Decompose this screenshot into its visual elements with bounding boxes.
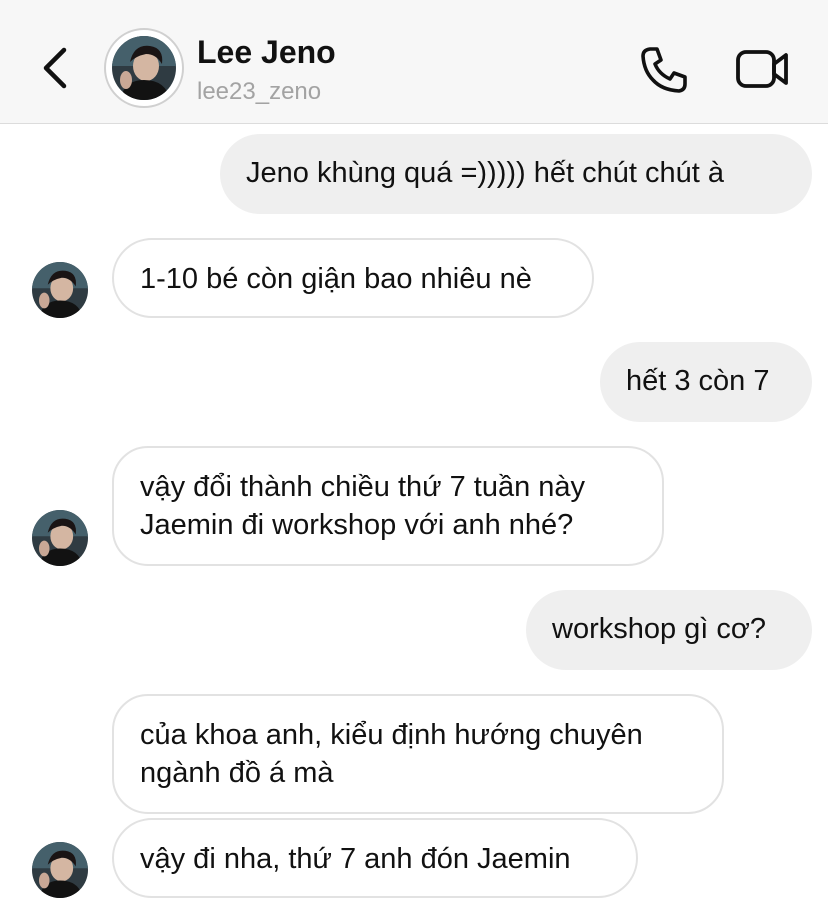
sender-avatar[interactable] <box>32 510 88 566</box>
message-bubble-incoming[interactable]: vậy đổi thành chiều thứ 7 tuần này Jaemi… <box>112 446 664 566</box>
message-text: workshop gì cơ? <box>552 613 767 645</box>
contact-handle: lee23_zeno <box>197 78 322 105</box>
message-bubble-outgoing[interactable]: Jeno khùng quá =))))) hết chút chút à <box>220 134 812 214</box>
message-text: Jeno khùng quá =))))) hết chút chút à <box>246 157 724 189</box>
chevron-left-icon <box>43 47 67 89</box>
message-bubble-incoming[interactable]: vậy đi nha, thứ 7 anh đón Jaemin <box>112 818 638 898</box>
message-text-line: vậy đổi thành chiều thứ 7 tuần này <box>140 471 586 503</box>
message-text: vậy đi nha, thứ 7 anh đón Jaemin <box>140 843 571 875</box>
video-call-button[interactable] <box>734 44 792 94</box>
contact-avatar[interactable] <box>104 28 184 108</box>
message-text: 1-10 bé còn giận bao nhiêu nè <box>140 263 532 295</box>
message-text-line: ngành đồ á mà <box>140 757 334 789</box>
back-button[interactable] <box>34 44 78 92</box>
phone-icon <box>641 47 687 93</box>
message-bubble-incoming[interactable]: 1-10 bé còn giận bao nhiêu nè <box>112 238 594 318</box>
call-button[interactable] <box>638 44 690 96</box>
avatar-image <box>112 36 176 100</box>
message-text: hết 3 còn 7 <box>626 365 770 397</box>
contact-name[interactable]: Lee Jeno <box>197 34 336 71</box>
message-bubble-outgoing[interactable]: hết 3 còn 7 <box>600 342 812 422</box>
chat-header: Lee Jeno lee23_zeno <box>0 0 828 124</box>
message-text-line: của khoa anh, kiểu định hướng chuyên <box>140 719 643 751</box>
message-bubble-incoming[interactable]: của khoa anh, kiểu định hướng chuyên ngà… <box>112 694 724 814</box>
message-text-line: Jaemin đi workshop với anh nhé? <box>140 509 574 541</box>
sender-avatar[interactable] <box>32 842 88 898</box>
sender-avatar[interactable] <box>32 262 88 318</box>
video-camera-icon <box>736 50 788 88</box>
message-bubble-outgoing[interactable]: workshop gì cơ? <box>526 590 812 670</box>
